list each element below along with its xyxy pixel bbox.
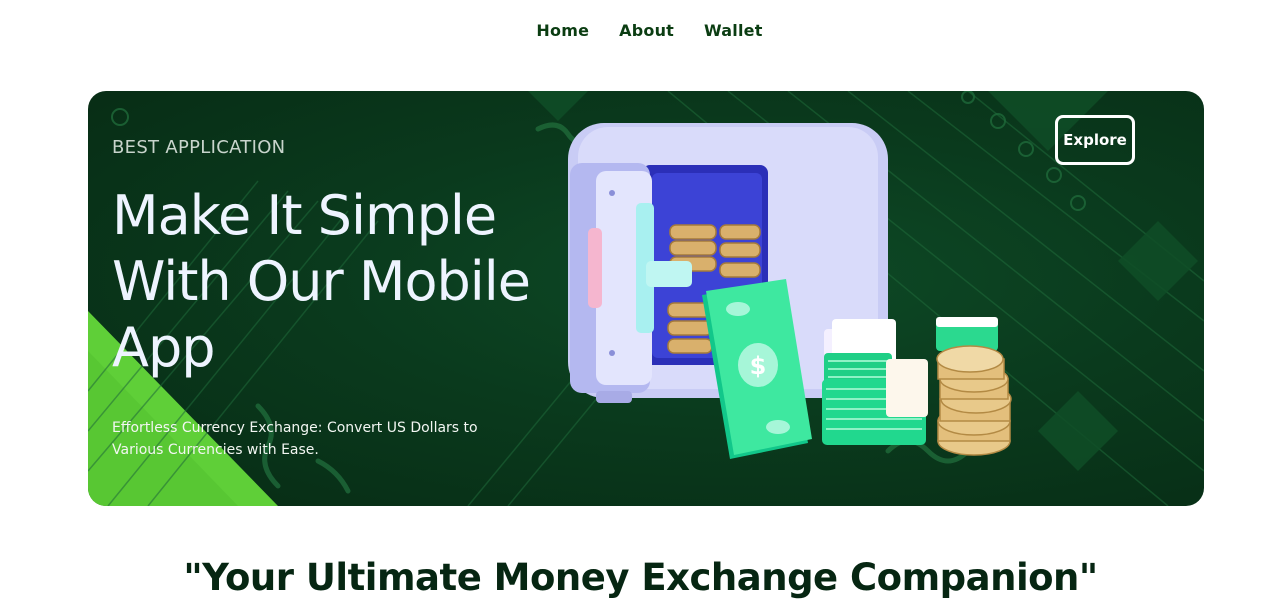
tagline-heading: "Your Ultimate Money Exchange Companion" <box>183 556 1098 599</box>
nav-home-link[interactable]: Home <box>536 21 589 40</box>
safe-money-illustration: $ <box>568 123 1012 459</box>
hero-headline: Make It Simple With Our Mobile App <box>112 184 531 379</box>
top-nav: Home About Wallet <box>0 21 1281 40</box>
hero-eyebrow: BEST APPLICATION <box>112 137 286 158</box>
nav-about-link[interactable]: About <box>619 21 674 40</box>
hero-banner: BEST APPLICATION Make It Simple With Our… <box>88 91 1204 506</box>
svg-text:$: $ <box>750 352 767 380</box>
nav-wallet-link[interactable]: Wallet <box>704 21 763 40</box>
explore-button[interactable]: Explore <box>1055 115 1135 165</box>
hero-subtext: Effortless Currency Exchange: Convert US… <box>112 420 478 458</box>
